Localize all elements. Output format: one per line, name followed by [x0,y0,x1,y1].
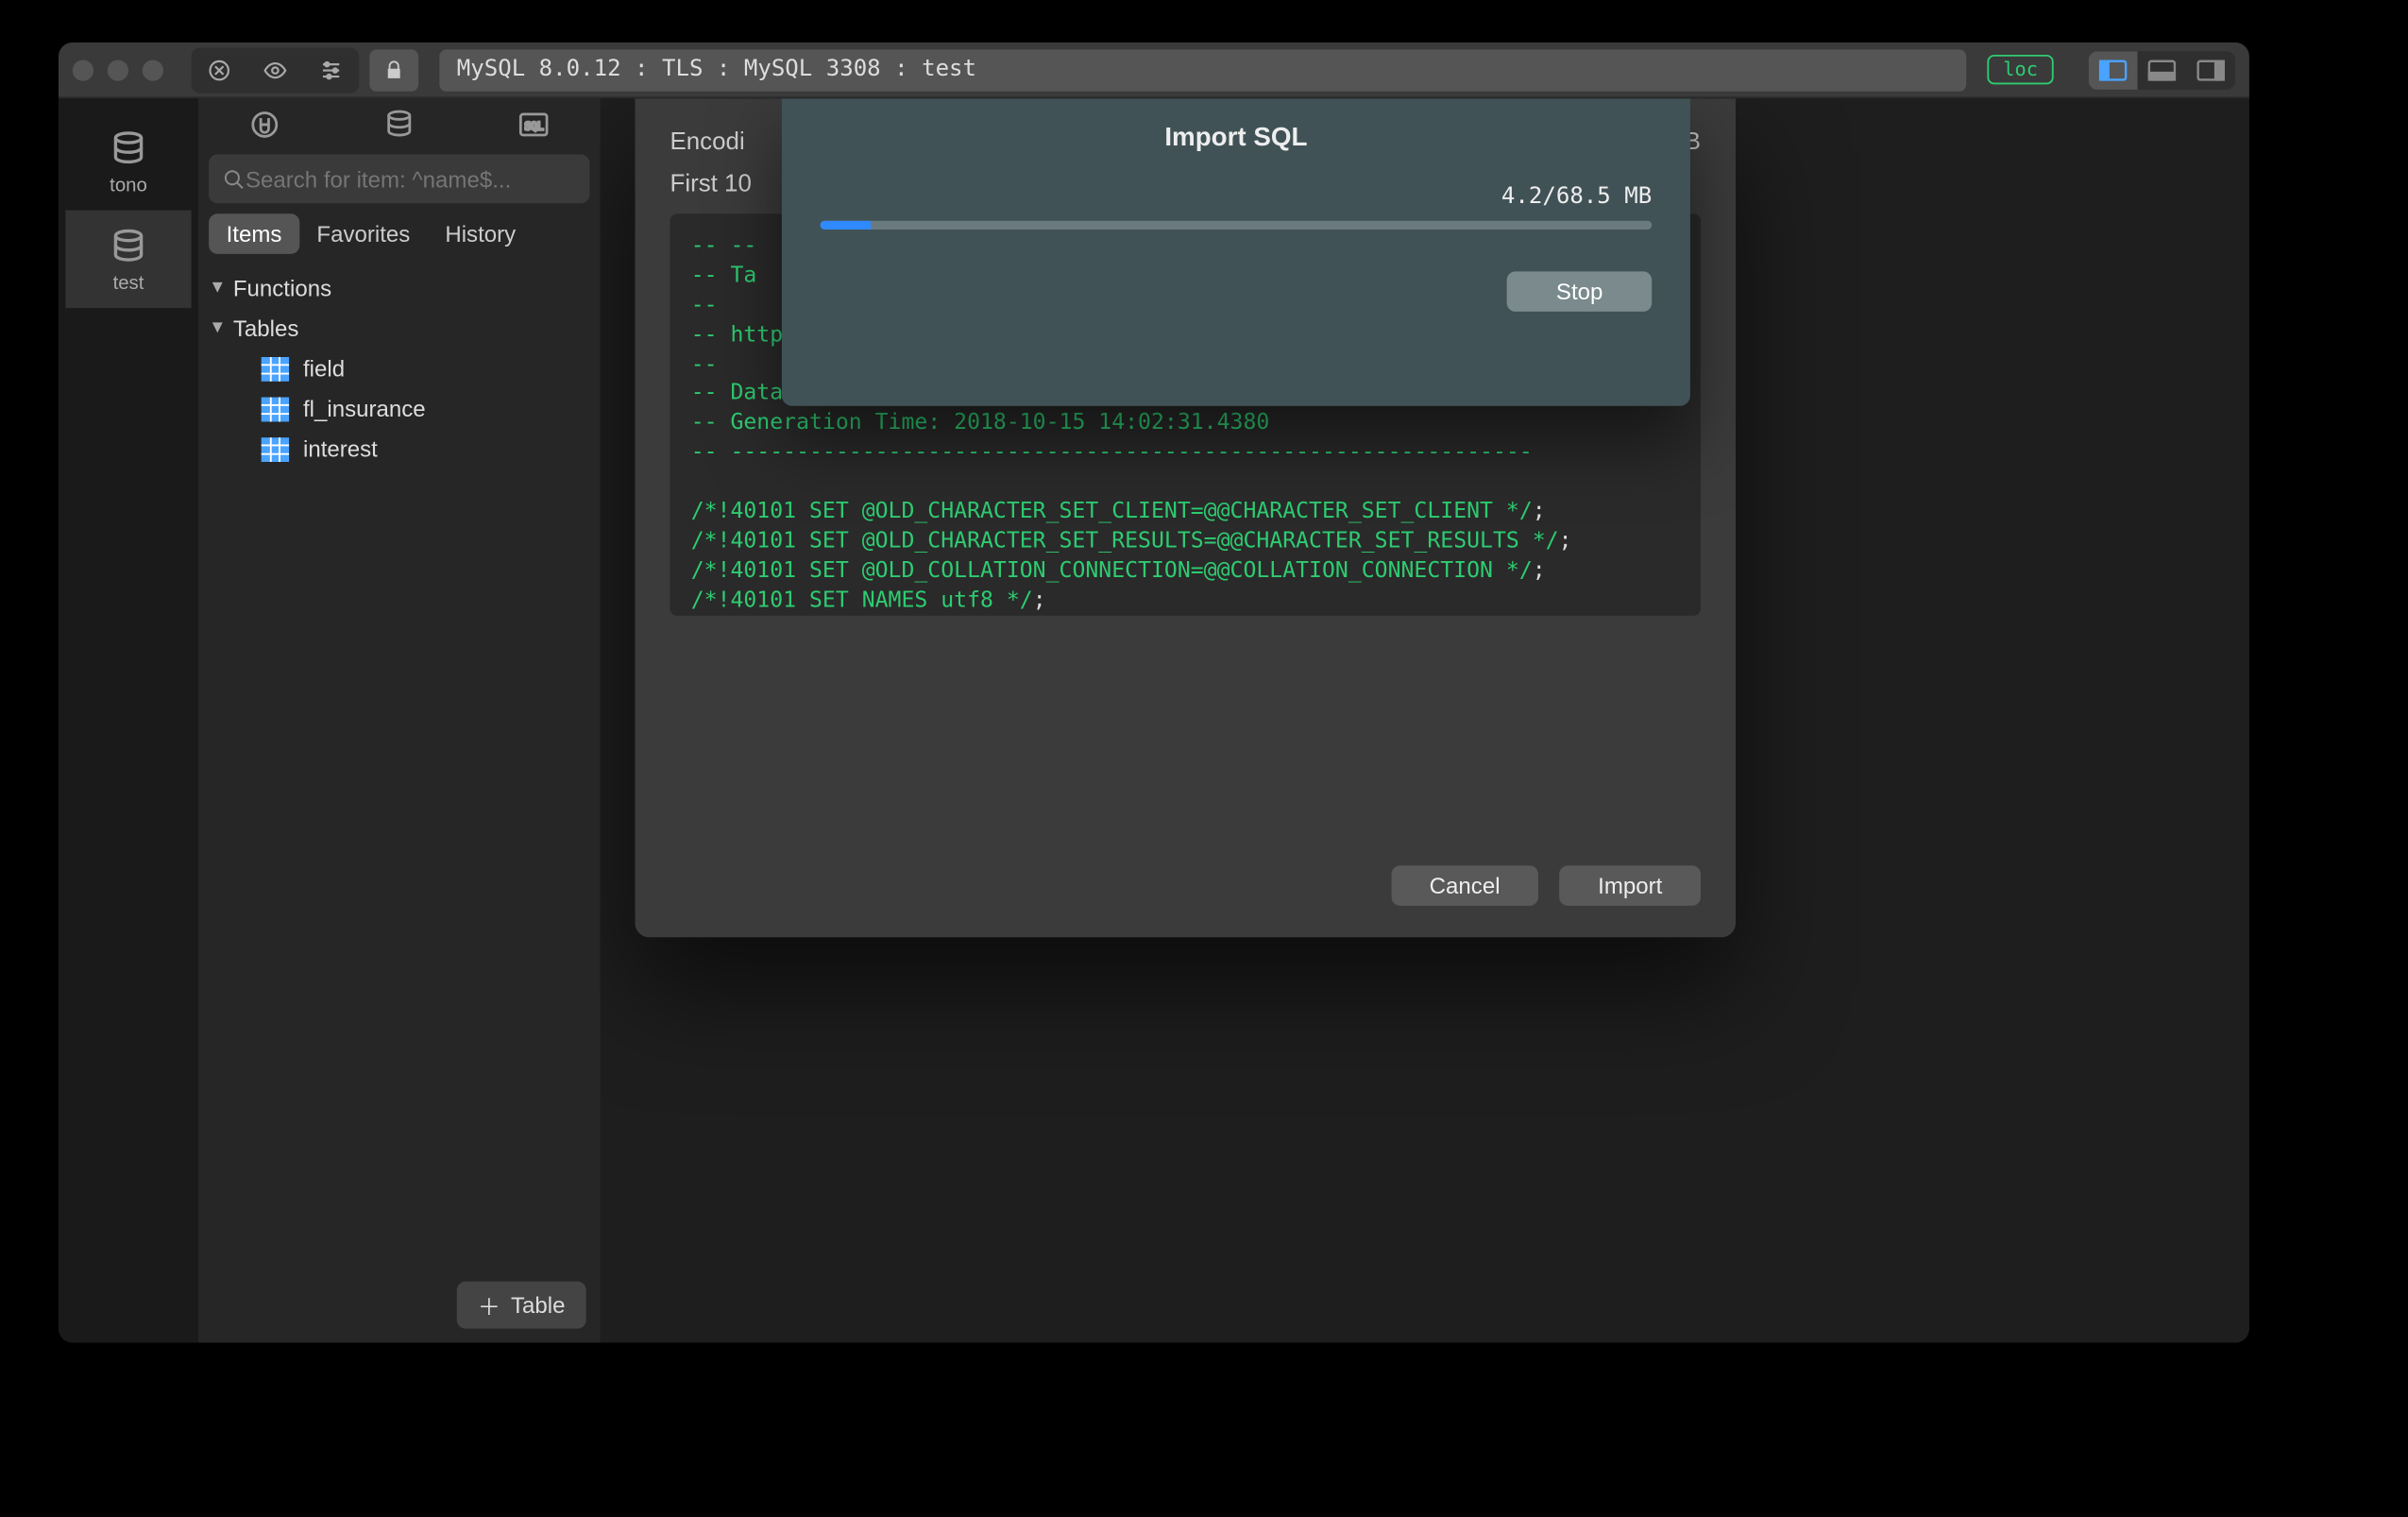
item-panel: SQL Items Favorites History ▼ Functions … [198,98,601,1342]
add-table-button[interactable]: ＋ Table [457,1282,586,1329]
table-name: interest [303,435,378,462]
db-tab-label: tono [110,176,147,196]
settings-sliders-icon[interactable] [307,50,356,89]
tab-favorites[interactable]: Favorites [299,213,428,254]
table-row[interactable]: fl_insurance [205,388,600,429]
close-icon[interactable] [73,60,93,80]
plus-icon: ＋ [478,1288,500,1321]
import-button[interactable]: Import [1559,865,1701,906]
progress-fill [821,221,871,230]
db-tab-label: test [113,273,144,294]
search-icon [223,167,246,190]
connection-rail: tono test [59,98,198,1342]
tab-items[interactable]: Items [209,213,299,254]
import-sql-dialog: Encodi 8.5 MB First 10 -- -- -- Ta -- --… [636,98,1737,937]
app-window: MySQL 8.0.12 : TLS : MySQL 3308 : test l… [59,43,2249,1342]
group-label: Functions [233,275,331,301]
db-tab-tono[interactable]: tono [65,112,191,211]
chevron-down-icon: ▼ [209,318,226,337]
plugin-icon[interactable] [249,108,280,145]
database-icon[interactable] [383,108,415,145]
cancel-button[interactable]: Cancel [1391,865,1538,906]
table-row[interactable]: interest [205,429,600,469]
main-area: Encodi 8.5 MB First 10 -- -- -- Ta -- --… [601,98,2249,1342]
table-name: fl_insurance [303,396,426,422]
item-search[interactable] [209,154,589,203]
cancel-query-icon[interactable] [195,50,244,89]
chevron-down-icon: ▼ [209,279,226,298]
visibility-icon[interactable] [251,50,300,89]
table-icon [262,397,290,421]
svg-text:SQL: SQL [524,120,543,132]
window-controls [73,60,163,80]
connection-string[interactable]: MySQL 8.0.12 : TLS : MySQL 3308 : test [439,48,1966,90]
bottom-panel-toggle[interactable] [2138,50,2187,89]
zoom-icon[interactable] [143,60,163,80]
progress-title: Import SQL [1164,123,1307,152]
progress-label: 4.2/68.5 MB [821,184,1653,211]
import-progress-dialog: Import SQL 4.2/68.5 MB Stop [782,98,1690,406]
table-icon [262,436,290,461]
minimize-icon[interactable] [108,60,128,80]
add-table-label: Table [511,1292,565,1319]
table-name: field [303,355,345,382]
progress-track [821,221,1653,230]
group-functions[interactable]: ▼ Functions [205,268,600,309]
group-label: Tables [233,315,299,342]
table-icon [262,356,290,381]
right-panel-toggle[interactable] [2186,50,2235,89]
db-tab-test[interactable]: test [65,211,191,309]
env-badge: loc [1988,55,2054,84]
group-tables[interactable]: ▼ Tables [205,308,600,349]
schema-tree: ▼ Functions ▼ Tables field fl_insurance [198,261,601,1342]
stop-button[interactable]: Stop [1507,271,1652,312]
layout-toggle [2089,50,2235,89]
left-panel-toggle[interactable] [2089,50,2138,89]
table-row[interactable]: field [205,349,600,389]
sidebar-tabs: Items Favorites History [209,213,589,254]
tab-history[interactable]: History [428,213,534,254]
search-input[interactable] [246,165,576,192]
lock-icon[interactable] [369,48,418,90]
encoding-label: Encodi [670,127,745,155]
sql-editor-icon[interactable]: SQL [517,110,549,143]
titlebar: MySQL 8.0.12 : TLS : MySQL 3308 : test l… [59,43,2249,98]
